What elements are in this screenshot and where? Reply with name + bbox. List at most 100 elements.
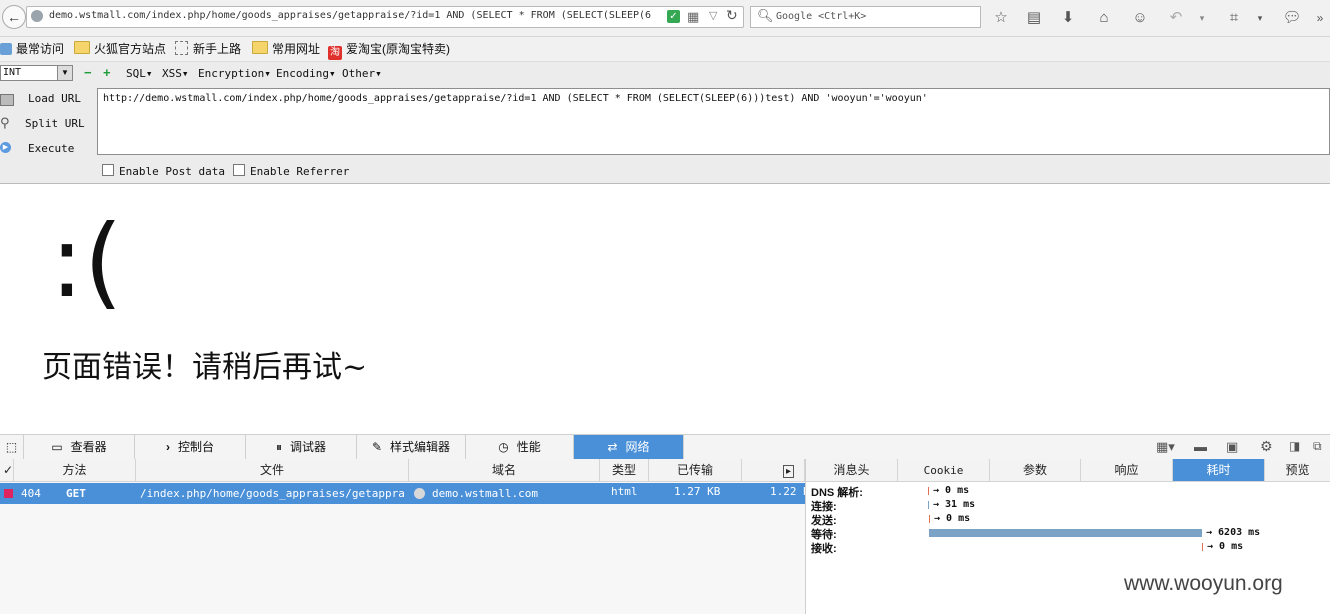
search-icon: 🔍︎ [757,8,774,23]
column-status[interactable]: ✓ [0,459,14,482]
detail-tab-headers[interactable]: 消息头 [806,459,898,482]
column-toggle[interactable]: ▸ [742,459,805,482]
element-picker-button[interactable]: ⬚ [0,435,24,459]
tab-label: 样式编辑器 [390,440,451,454]
enable-referrer-checkbox[interactable]: Enable Referrer [233,164,349,178]
detail-tab-params[interactable]: 参数 [990,459,1081,482]
minus-icon[interactable]: − [84,65,92,80]
tab-label: 查看器 [70,440,107,454]
shield-check-icon[interactable]: ✓ [667,10,680,23]
tab-label: 控制台 [177,440,214,454]
bookmark-common-sites[interactable]: 常用网址 [252,41,320,57]
crop-dropdown-icon[interactable]: ▾ [1250,8,1270,28]
execute-button[interactable]: ▶ Execute [0,140,96,158]
undo-dropdown-icon[interactable]: ▾ [1192,8,1212,28]
detail-tab-cookie[interactable]: Cookie [898,459,990,482]
watermark: www.wooyun.org [1124,572,1283,595]
folder-icon [252,41,268,54]
detail-tab-timings[interactable]: 耗时 [1173,459,1265,482]
back-button[interactable]: ← [2,5,26,29]
column-method[interactable]: 方法 [14,459,136,482]
split-url-button[interactable]: ⚲ Split URL [0,115,96,133]
devtools-toolbar: ⬚ ▭ 查看器 › 控制台 ⏸ 调试器 ✎ 样式编辑器 ◷ 性能 ⇄ 网络 ▦▾ ▬ ▣ ⚙… [0,434,1330,460]
menu-sql[interactable]: SQL▾ [126,67,153,80]
bookmark-ai-taobao[interactable]: 淘爱淘宝(原淘宝特卖) [328,41,450,60]
row-size: 1.22 K [770,485,805,498]
layout-dropdown-icon[interactable]: ▦▾ [1156,439,1175,455]
dropdown-icon[interactable]: ▽ [709,9,717,22]
row-file: /index.php/home/goods_appraises/getappra… [140,487,405,500]
bookmark-most-visited[interactable]: 最常访问 [0,41,64,57]
row-type: html [611,485,638,498]
tab-console[interactable]: › 控制台 [135,435,246,459]
column-transferred[interactable]: 已传输 [649,459,742,482]
bookmark-getting-started[interactable]: 新手上路 [175,41,241,57]
gear-icon[interactable]: ⚙ [1260,438,1273,455]
folder-icon [74,41,90,54]
column-file[interactable]: 文件 [136,459,409,482]
bookmarks-toolbar: 最常访问 火狐官方站点 新手上路 常用网址 淘爱淘宝(原淘宝特卖) [0,37,1330,62]
timing-value: → 0 ms [1207,541,1244,552]
page-icon [175,41,188,55]
crop-icon[interactable]: ⌗ [1224,8,1244,28]
execute-icon: ▶ [0,142,11,153]
picker-icon: ⬚ [5,440,18,454]
tab-debugger[interactable]: ⏸ 调试器 [246,435,357,459]
menu-overflow-icon[interactable]: » [1310,8,1330,28]
table-row[interactable]: 404 GET /index.php/home/goods_appraises/… [0,483,805,504]
split-url-label: Split URL [25,117,85,130]
globe-icon [31,10,43,22]
url-bar[interactable]: demo.wstmall.com/index.php/home/goods_ap… [26,6,744,28]
execute-label: Execute [28,142,75,155]
menu-encoding[interactable]: Encoding▾ [276,67,336,80]
dock-side-icon[interactable]: ◨ [1289,439,1300,453]
undock-icon[interactable]: ⧉ [1313,439,1322,454]
tab-label: 性能 [516,440,541,454]
home-icon[interactable]: ⌂ [1094,8,1114,28]
enable-post-checkbox[interactable]: Enable Post data [102,164,225,178]
pencil-icon: ✎ [371,440,383,454]
column-type[interactable]: 类型 [600,459,649,482]
detail-tab-preview[interactable]: 预览 [1265,459,1330,482]
smiley-icon[interactable]: ☺ [1130,8,1150,28]
status-error-icon [4,489,13,498]
network-request-list: ✓ 方法 文件 域名 类型 已传输 ▸ 404 GET /index.php/h… [0,459,806,614]
tab-inspector[interactable]: ▭ 查看器 [24,435,135,459]
url-text[interactable]: demo.wstmall.com/index.php/home/goods_ap… [49,10,661,21]
error-message: 页面错误！请稍后再试~ [42,350,368,385]
menu-xss[interactable]: XSS▾ [162,67,189,80]
timing-bar [929,515,930,523]
split-url-icon: ⚲ [0,115,10,130]
plus-icon[interactable]: + [103,65,111,80]
downloads-icon[interactable]: ⬇ [1058,8,1078,28]
bookmark-label: 最常访问 [16,42,65,56]
bookmark-firefox-site[interactable]: 火狐官方站点 [74,41,166,57]
timing-bar [1202,543,1203,551]
type-select-value: INT [3,67,22,78]
load-url-button[interactable]: Load URL [0,91,96,109]
chevron-down-icon: ▼ [57,66,72,80]
menu-encryption[interactable]: Encryption▾ [198,67,271,80]
search-bar[interactable]: 🔍︎ Google <Ctrl+K> [750,6,981,28]
row-transferred: 1.27 KB [674,485,721,498]
column-domain[interactable]: 域名 [409,459,600,482]
type-select[interactable]: INT ▼ [0,65,73,81]
menu-other[interactable]: Other▾ [342,67,382,80]
tab-performance[interactable]: ◷ 性能 [466,435,574,459]
tab-network[interactable]: ⇄ 网络 [574,435,684,459]
url-textarea-value: http://demo.wstmall.com/index.php/home/g… [103,93,928,104]
tab-style-editor[interactable]: ✎ 样式编辑器 [357,435,466,459]
screenshot-icon[interactable]: ▬ [1194,439,1207,454]
load-url-icon [0,94,14,106]
qr-code-icon[interactable]: ▦ [687,9,699,25]
undo-icon[interactable]: ↶ [1166,8,1186,28]
bookmark-star-icon[interactable]: ☆ [991,8,1011,28]
navigation-toolbar: ← demo.wstmall.com/index.php/home/goods_… [0,0,1330,37]
enable-post-label: Enable Post data [119,165,225,178]
reload-icon[interactable]: ↻ [726,7,738,24]
detail-tab-response[interactable]: 响应 [1081,459,1173,482]
bookmarks-list-icon[interactable]: ▤ [1024,8,1044,28]
chat-icon[interactable]: 💬︎ [1282,8,1302,28]
responsive-icon[interactable]: ▣ [1226,439,1238,455]
url-textarea[interactable]: http://demo.wstmall.com/index.php/home/g… [97,88,1330,155]
